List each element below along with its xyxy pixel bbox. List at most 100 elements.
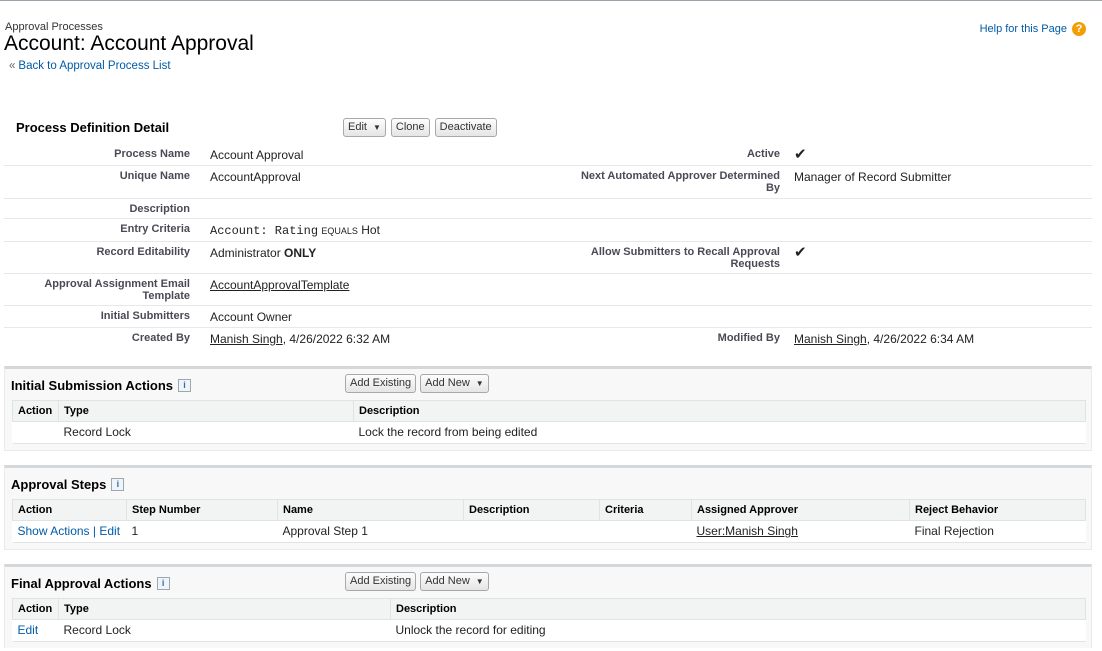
empty-cell [574,218,794,242]
empty-cell [574,273,794,306]
header-row: Action Type Description [12,598,1086,620]
step-number-cell: 1 [126,520,278,543]
section-title: Approval Steps i [11,477,125,492]
column-header: Assigned Approver [691,499,910,521]
section-header: Approval Steps i [5,468,1091,499]
active-value: ✔ [794,144,1092,166]
step-criteria-cell [599,520,692,543]
action-cell: Edit [12,619,59,642]
field-label: Modified By [717,332,780,344]
back-to-list-link[interactable]: Back to Approval Process List [18,60,170,72]
add-new-button[interactable]: Add New ▼ [420,374,489,393]
edit-action-link[interactable]: Edit [18,623,39,637]
final-approval-table: Action Type Description Edit Record Lock… [12,598,1086,642]
column-header: Step Number [126,499,278,521]
created-by-user-link[interactable]: Manish Singh [210,332,283,346]
column-header: Type [58,598,391,620]
info-icon[interactable]: i [111,478,125,491]
detail-buttons: Edit ▼ Clone Deactivate [343,118,497,137]
section-buttons: Add Existing Add New ▼ [345,572,489,591]
link-separator: | [92,524,97,538]
column-header: Description [353,400,1086,422]
column-header: Action [12,598,59,620]
field-label: Active [574,144,794,166]
assigned-approver-cell: User:Manish Singh [691,520,910,543]
add-existing-button[interactable]: Add Existing [345,572,417,591]
caret-down-icon: ▼ [372,123,381,132]
info-icon[interactable]: i [178,379,192,392]
field-label: Created By [131,332,190,344]
edit-label: Edit [348,121,367,133]
back-arrow-icon: « [9,60,16,72]
header-row: Action Step Number Name Description Crit… [12,499,1086,521]
checkmark-icon: ✔ [794,244,807,261]
caret-down-icon: ▼ [475,577,484,586]
page-title: Account: Account Approval [4,32,254,55]
detail-row: Entry Criteria Account: Rating EQUALS Ho… [4,218,1092,242]
empty-cell [794,218,1092,242]
show-actions-link[interactable]: Show Actions [18,524,90,538]
unique-name-value: AccountApproval [210,165,574,199]
column-header: Action [12,499,127,521]
field-label: Initial Submitters [4,305,210,328]
initial-submitters-value: Account Owner [210,305,574,328]
field-label: Next Automated Approver Determined By [574,165,794,199]
detail-row: Created By Manish Singh, 4/26/2022 6:32 … [4,328,1092,350]
table-row: Show Actions | Edit 1 Approval Step 1 Us… [12,520,1086,543]
email-template-link[interactable]: AccountApprovalTemplate [210,278,349,292]
empty-cell [794,273,1092,306]
edit-step-link[interactable]: Edit [99,524,120,538]
entry-criteria-value: Account: Rating EQUALS Hot [210,218,574,242]
initial-submission-table: Action Type Description Record Lock Lock… [12,400,1086,444]
field-label: Unique Name [4,165,210,199]
description-cell: Lock the record from being edited [353,421,1086,444]
created-by-value: Manish Singh, 4/26/2022 6:32 AM [210,328,574,350]
detail-row: Record Editability Administrator ONLY Al… [4,241,1092,274]
editability-text: Administrator [210,246,281,260]
description-cell: Unlock the record for editing [390,619,1086,642]
action-cell [12,421,59,444]
back-link-container: «Back to Approval Process List [9,60,171,72]
edit-button[interactable]: Edit ▼ [343,118,386,137]
step-name-cell: Approval Step 1 [277,520,464,543]
record-editability-value: Administrator ONLY [210,241,574,274]
column-header: Description [463,499,600,521]
field-label: Process Name [4,144,210,166]
allow-recall-value: ✔ [794,241,1092,274]
info-icon[interactable]: i [156,577,170,590]
next-approver-value: Manager of Record Submitter [794,165,1092,199]
add-new-button[interactable]: Add New ▼ [420,572,489,591]
header-row: Action Type Description [12,400,1086,422]
assigned-approver-link[interactable]: User:Manish Singh [697,524,798,538]
column-header: Type [58,400,354,422]
top-border [0,0,1102,1]
detail-row: Unique Name AccountApproval Next Automat… [4,165,1092,199]
section-title: Initial Submission Actions i [11,378,192,393]
description-value [210,198,574,219]
detail-title: Process Definition Detail [16,120,170,135]
deactivate-button[interactable]: Deactivate [434,118,497,137]
editability-strong: ONLY [284,246,317,260]
help-link[interactable]: Help for this Page [980,23,1067,35]
modified-by-user-link[interactable]: Manish Singh [794,332,867,346]
clone-button[interactable]: Clone [390,118,430,137]
modified-by-date: , 4/26/2022 6:34 AM [866,332,975,346]
detail-row: Description [4,198,1092,219]
add-new-label: Add New [425,575,470,587]
column-header: Reject Behavior [909,499,1086,521]
question-icon[interactable]: ? [1072,22,1086,36]
column-header: Action [12,400,59,422]
help-container: Help for this Page ? [980,22,1086,36]
add-existing-button[interactable]: Add Existing [345,374,417,393]
empty-cell [794,198,1092,219]
add-new-label: Add New [425,377,470,389]
type-cell: Record Lock [58,421,354,444]
section-title-text: Initial Submission Actions [11,378,174,393]
column-header: Description [390,598,1086,620]
email-template-value: AccountApprovalTemplate [210,273,574,306]
section-title-text: Final Approval Actions [11,576,152,591]
detail-row: Process Name Account Approval Active ✔ [4,144,1092,166]
column-header: Criteria [599,499,692,521]
criteria-value: Hot [361,223,380,237]
action-cell: Show Actions | Edit [12,520,127,543]
